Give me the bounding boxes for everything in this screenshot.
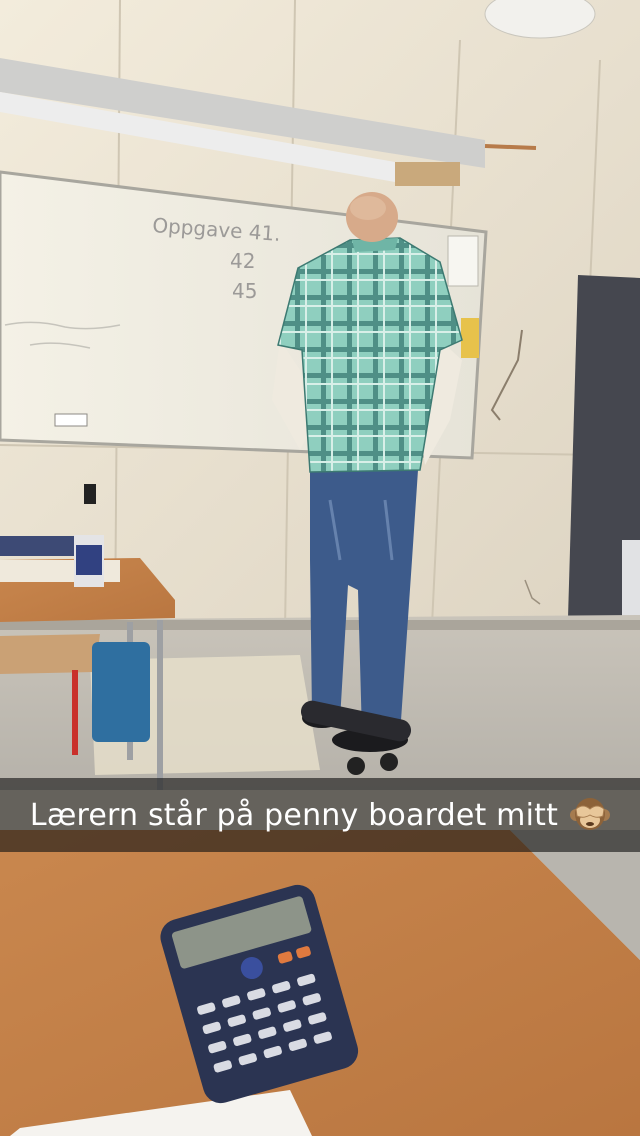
classroom-photo: Oppgave 41. 42 45 <box>0 0 640 1136</box>
snap-caption-row: Lærern står på penny boardet mitt <box>29 795 611 835</box>
board-text-line2: 42 <box>230 249 255 273</box>
board-text-line3: 45 <box>232 279 257 303</box>
snap-photo: Oppgave 41. 42 45 Lærern står på penny b… <box>0 0 640 1136</box>
snap-caption-text: Lærern står på penny boardet mitt <box>29 797 559 833</box>
snap-caption-bar: Lærern står på penny boardet mitt <box>0 778 640 852</box>
see-no-evil-monkey-icon <box>570 798 611 830</box>
